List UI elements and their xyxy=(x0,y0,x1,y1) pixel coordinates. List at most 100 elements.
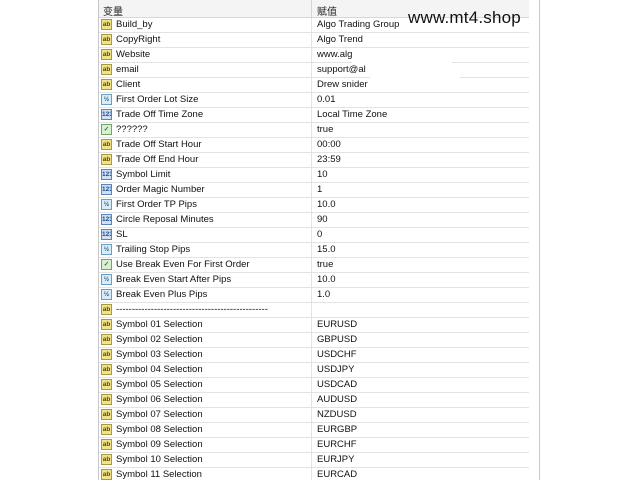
string-type-icon: ab xyxy=(101,424,112,435)
column-divider xyxy=(311,393,312,407)
param-value[interactable]: USDCHF xyxy=(317,348,357,362)
string-type-icon: ab xyxy=(101,469,112,480)
string-type-icon: ab xyxy=(101,64,112,75)
param-row[interactable]: ab Symbol 05 Selection USDCAD xyxy=(99,378,529,393)
param-value[interactable]: 0 xyxy=(317,228,322,242)
param-row[interactable]: ab Symbol 06 Selection AUDUSD xyxy=(99,393,529,408)
param-value[interactable]: 10.0 xyxy=(317,198,336,212)
param-name: Symbol 10 Selection xyxy=(116,454,203,465)
redaction-mask xyxy=(352,52,452,64)
param-name: email xyxy=(116,64,139,75)
param-name: Symbol Limit xyxy=(116,169,171,180)
param-row[interactable]: ab Symbol 02 Selection GBPUSD xyxy=(99,333,529,348)
param-value[interactable]: NZDUSD xyxy=(317,408,357,422)
param-name: Symbol 01 Selection xyxy=(116,319,203,330)
param-value[interactable]: 10 xyxy=(317,168,328,182)
param-name: Symbol 11 Selection xyxy=(116,469,202,480)
value-column-header[interactable]: 赋值 xyxy=(317,3,337,18)
param-value[interactable]: true xyxy=(317,258,333,272)
param-row[interactable]: 123 Order Magic Number 1 xyxy=(99,183,529,198)
column-divider xyxy=(311,48,312,62)
param-row[interactable]: ab email support@al xyxy=(99,63,529,78)
param-name: First Order Lot Size xyxy=(116,94,199,105)
param-value[interactable]: 90 xyxy=(317,213,328,227)
param-name: Trade Off Time Zone xyxy=(116,109,204,120)
param-row[interactable]: ab CopyRight Algo Trend xyxy=(99,33,529,48)
param-row[interactable]: ab Symbol 11 Selection EURCAD xyxy=(99,468,529,480)
param-name: Break Even Plus Pips xyxy=(116,289,208,300)
param-name: Website xyxy=(116,49,151,60)
param-value[interactable]: Algo Trading Group xyxy=(317,18,399,32)
param-value[interactable]: true xyxy=(317,123,333,137)
column-divider xyxy=(311,33,312,47)
double-type-icon: ½ xyxy=(101,199,112,210)
parameter-list: ab Build_by Algo Trading Group ab CopyRight A… xyxy=(99,18,529,480)
column-divider xyxy=(311,168,312,182)
param-name: Symbol 09 Selection xyxy=(116,439,203,450)
param-value[interactable]: 15.0 xyxy=(317,243,336,257)
variable-column-header[interactable]: 变量 xyxy=(103,3,123,18)
string-type-icon: ab xyxy=(101,454,112,465)
param-row[interactable]: ab Trade Off End Hour 23:59 xyxy=(99,153,529,168)
param-value[interactable]: 00:00 xyxy=(317,138,341,152)
param-row[interactable]: ab Symbol 07 Selection NZDUSD xyxy=(99,408,529,423)
param-value[interactable]: EURCAD xyxy=(317,468,357,480)
param-value[interactable]: AUDUSD xyxy=(317,393,357,407)
column-divider xyxy=(311,468,312,480)
param-value[interactable]: EURJPY xyxy=(317,453,354,467)
column-divider xyxy=(311,213,312,227)
param-row[interactable]: ab Client Drew snider xyxy=(99,78,529,93)
param-row[interactable]: ab Trade Off Start Hour 00:00 xyxy=(99,138,529,153)
column-divider xyxy=(311,348,312,362)
param-value[interactable]: EURUSD xyxy=(317,318,357,332)
param-row[interactable]: ✓ Use Break Even For First Order true xyxy=(99,258,529,273)
param-value[interactable]: 1 xyxy=(317,183,322,197)
param-value[interactable]: www.alg xyxy=(317,48,352,62)
param-row[interactable]: ab Symbol 10 Selection EURJPY xyxy=(99,453,529,468)
param-row[interactable]: ab Symbol 08 Selection EURGBP xyxy=(99,423,529,438)
integer-type-icon: 123 xyxy=(101,214,112,225)
param-value[interactable]: Drew snider xyxy=(317,78,368,92)
param-value[interactable]: 0.01 xyxy=(317,93,336,107)
param-value[interactable]: 1.0 xyxy=(317,288,330,302)
header-divider[interactable] xyxy=(311,0,312,17)
param-name: Order Magic Number xyxy=(116,184,205,195)
watermark-text: www.mt4.shop xyxy=(408,8,521,27)
param-row[interactable]: ✓?????? true xyxy=(99,123,529,138)
param-row[interactable]: ab --------------------------------------… xyxy=(99,303,529,318)
param-row[interactable]: ½ Trailing Stop Pips 15.0 xyxy=(99,243,529,258)
param-row[interactable]: 123 Symbol Limit 10 xyxy=(99,168,529,183)
column-divider xyxy=(311,333,312,347)
column-divider xyxy=(311,258,312,272)
param-row[interactable]: ½ Break Even Plus Pips 1.0 xyxy=(99,288,529,303)
param-row[interactable]: ab Symbol 03 Selection USDCHF xyxy=(99,348,529,363)
param-row[interactable]: ab Symbol 01 Selection EURUSD xyxy=(99,318,529,333)
param-row[interactable]: ab Website www.alg xyxy=(99,48,529,63)
param-row[interactable]: 123 Trade Off Time Zone Local Time Zone xyxy=(99,108,529,123)
param-row[interactable]: 123 SL 0 xyxy=(99,228,529,243)
param-value[interactable]: Algo Trend xyxy=(317,33,363,47)
param-row[interactable]: ab Symbol 09 Selection EURCHF xyxy=(99,438,529,453)
double-type-icon: ½ xyxy=(101,274,112,285)
column-divider xyxy=(311,198,312,212)
param-row[interactable]: ½ First Order TP Pips 10.0 xyxy=(99,198,529,213)
param-value[interactable]: USDCAD xyxy=(317,378,357,392)
param-row[interactable]: ab Symbol 04 Selection USDJPY xyxy=(99,363,529,378)
param-value[interactable]: 10.0 xyxy=(317,273,336,287)
param-value[interactable]: USDJPY xyxy=(317,363,354,377)
param-row[interactable]: ½ First Order Lot Size 0.01 xyxy=(99,93,529,108)
param-value[interactable]: 23:59 xyxy=(317,153,341,167)
param-value[interactable]: GBPUSD xyxy=(317,333,357,347)
inputs-panel: 变量 赋值 ab Build_by Algo Trading Group ab Copy… xyxy=(98,0,540,480)
param-value[interactable]: EURCHF xyxy=(317,438,357,452)
column-divider xyxy=(311,138,312,152)
param-value[interactable]: support@al xyxy=(317,63,366,77)
integer-type-icon: 123 xyxy=(101,169,112,180)
param-name: Symbol 04 Selection xyxy=(116,364,203,375)
param-value[interactable]: Local Time Zone xyxy=(317,108,387,122)
column-divider xyxy=(311,318,312,332)
param-row[interactable]: ½ Break Even Start After Pips 10.0 xyxy=(99,273,529,288)
param-value[interactable]: EURGBP xyxy=(317,423,357,437)
double-type-icon: ½ xyxy=(101,289,112,300)
param-row[interactable]: 123 Circle Reposal Minutes 90 xyxy=(99,213,529,228)
